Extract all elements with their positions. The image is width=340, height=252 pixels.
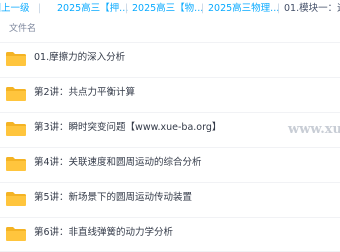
file-row[interactable]: 第5讲：新场景下的圆周运动传动装置 [0, 182, 340, 213]
breadcrumb-current: 01.模块一：运... [284, 3, 340, 14]
file-name[interactable]: 第6讲：非直线弹簧的动力学分析 [34, 226, 173, 240]
file-name[interactable]: 第4讲：关联速度和圆周运动的综合分析 [34, 156, 202, 170]
breadcrumb-separator: | [38, 3, 42, 14]
file-name[interactable]: 第2讲：共点力平衡计算 [34, 86, 135, 100]
breadcrumb-item-2[interactable]: 2025高三【物... [132, 0, 203, 17]
breadcrumb-separator: | [125, 3, 129, 14]
folder-icon [6, 52, 26, 66]
file-name[interactable]: 第5讲：新场景下的圆周运动传动装置 [34, 191, 192, 205]
file-name[interactable]: 第3讲：瞬时突变问题【www.xue-ba.org】 [34, 121, 221, 135]
breadcrumb-separator: | [277, 3, 281, 14]
file-name[interactable]: 01.摩擦力的深入分析 [34, 51, 125, 65]
breadcrumb: 返回上一级 | 2025高三【押... | 2025高三【物... | 2025… [0, 0, 340, 17]
folder-icon [6, 157, 26, 171]
breadcrumb-separator: | [201, 3, 205, 14]
column-header-row: 文件名 [0, 17, 340, 42]
breadcrumb-item-1[interactable]: 2025高三【押... [57, 0, 128, 17]
column-header-filename[interactable]: 文件名 [9, 23, 36, 35]
file-row[interactable]: 第2讲：共点力平衡计算 [0, 77, 340, 108]
file-browser: 返回上一级 | 2025高三【押... | 2025高三【物... | 2025… [0, 0, 340, 252]
folder-icon [6, 87, 26, 101]
folder-icon [6, 122, 26, 136]
file-row[interactable]: 第4讲：关联速度和圆周运动的综合分析 [0, 147, 340, 178]
watermark: www.xue-ba.org [288, 122, 340, 137]
breadcrumb-item-3[interactable]: 2025高三物理... [208, 0, 279, 17]
folder-icon [6, 227, 26, 241]
file-row[interactable]: 01.摩擦力的深入分析 [0, 42, 340, 73]
folder-icon [6, 192, 26, 206]
file-row[interactable]: 第6讲：非直线弹簧的动力学分析 [0, 217, 340, 248]
breadcrumb-back[interactable]: 返回上一级 [0, 0, 30, 17]
